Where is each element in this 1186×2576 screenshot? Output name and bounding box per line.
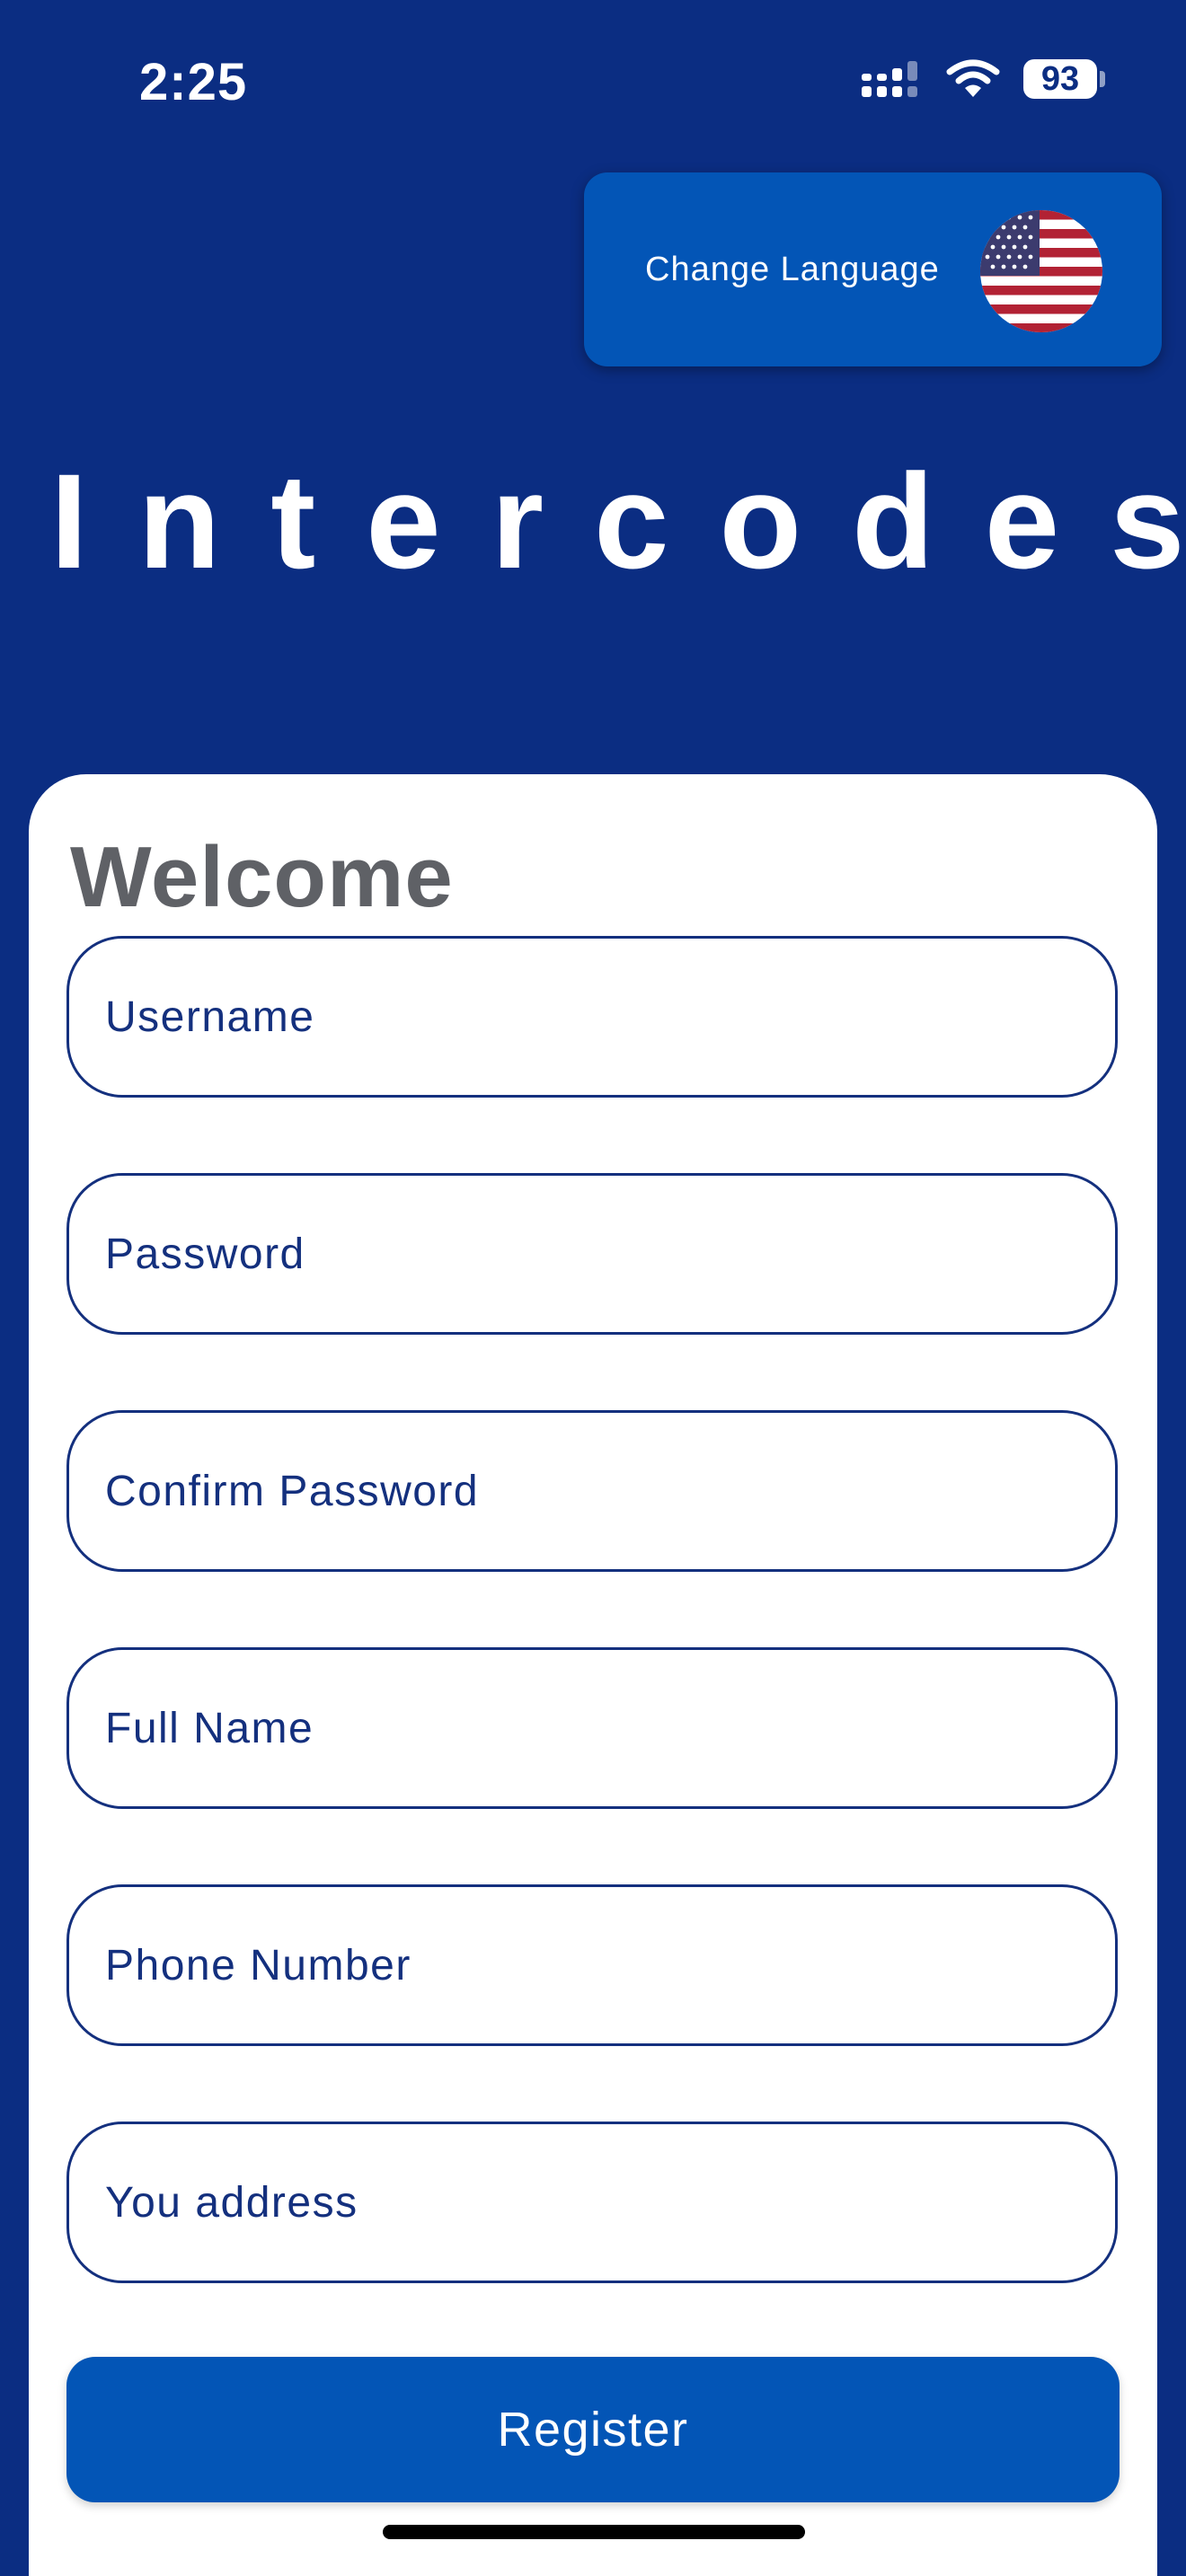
change-language-button[interactable]: Change Language (584, 172, 1162, 366)
battery-level: 93 (1023, 59, 1097, 99)
wifi-icon (946, 59, 1000, 99)
us-flag-icon (980, 210, 1102, 332)
address-input[interactable] (69, 2124, 1115, 2280)
username-field[interactable] (66, 936, 1118, 1098)
phone-number-input[interactable] (69, 1887, 1115, 2043)
confirm-password-input[interactable] (69, 1413, 1115, 1569)
status-icons: 93 (862, 59, 1105, 99)
status-time: 2:25 (139, 53, 248, 111)
welcome-heading: Welcome (70, 829, 454, 925)
phone-number-field[interactable] (66, 1884, 1118, 2046)
password-field[interactable] (66, 1173, 1118, 1335)
signal-icon (862, 59, 923, 99)
confirm-password-field[interactable] (66, 1410, 1118, 1572)
password-input[interactable] (69, 1176, 1115, 1332)
app-title: Intercodes (50, 446, 1186, 596)
username-input[interactable] (69, 939, 1115, 1095)
registration-card: Welcome Register (29, 774, 1157, 2576)
home-indicator (383, 2525, 805, 2539)
address-field[interactable] (66, 2122, 1118, 2283)
full-name-field[interactable] (66, 1647, 1118, 1809)
full-name-input[interactable] (69, 1650, 1115, 1806)
status-bar: 2:25 93 (0, 0, 1186, 171)
change-language-label: Change Language (645, 250, 940, 288)
battery-icon: 93 (1023, 59, 1105, 99)
register-button[interactable]: Register (66, 2357, 1120, 2502)
register-screen: 2:25 93 Change Language Intercodes Welco… (0, 0, 1186, 2576)
